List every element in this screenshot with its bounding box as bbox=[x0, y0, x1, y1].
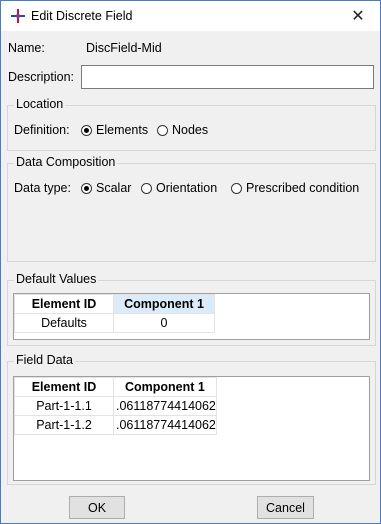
default-values-table: Element ID Component 1 Defaults 0 bbox=[14, 294, 215, 333]
definition-label: Definition: bbox=[14, 123, 70, 137]
radio-selected-icon bbox=[81, 125, 92, 136]
close-icon: ✕ bbox=[351, 8, 365, 25]
col-header-element-id[interactable]: Element ID bbox=[14, 294, 114, 314]
row-header-defaults: Defaults bbox=[14, 313, 114, 333]
name-value: DiscField-Mid bbox=[86, 41, 162, 55]
data-composition-group: Data Composition Data type: Scalar Orien… bbox=[7, 155, 376, 262]
table-cell[interactable]: .06118774414062 bbox=[113, 396, 217, 416]
field-data-group: Field Data Element ID Component 1 Part-1… bbox=[7, 353, 376, 485]
edit-discrete-field-dialog: Edit Discrete Field ✕ Name: DiscField-Mi… bbox=[0, 0, 381, 524]
row-header: Part-1-1.2 bbox=[14, 415, 114, 435]
cancel-button[interactable]: Cancel bbox=[257, 496, 314, 519]
title-bar: Edit Discrete Field ✕ bbox=[1, 1, 380, 31]
radio-prescribed-condition-label: Prescribed condition bbox=[246, 181, 360, 195]
col-header-element-id[interactable]: Element ID bbox=[14, 377, 114, 397]
field-data-table-area: Element ID Component 1 Part-1-1.1 .06118… bbox=[13, 376, 370, 481]
row-header: Part-1-1.1 bbox=[14, 396, 114, 416]
field-data-table: Element ID Component 1 Part-1-1.1 .06118… bbox=[14, 377, 217, 435]
window-title: Edit Discrete Field bbox=[31, 9, 133, 23]
table-row: Part-1-1.1 .06118774414062 bbox=[14, 396, 217, 416]
table-cell[interactable]: 0 bbox=[113, 313, 215, 333]
radio-unselected-icon bbox=[141, 183, 152, 194]
location-group: Location Definition: Elements Nodes bbox=[7, 97, 376, 151]
radio-scalar-label: Scalar bbox=[96, 181, 132, 195]
radio-unselected-icon bbox=[157, 125, 168, 136]
default-values-table-area: Element ID Component 1 Defaults 0 bbox=[13, 293, 370, 340]
radio-scalar[interactable]: Scalar bbox=[81, 181, 131, 195]
description-input[interactable] bbox=[81, 65, 374, 89]
name-label: Name: bbox=[8, 41, 45, 55]
data-composition-group-title: Data Composition bbox=[14, 155, 118, 169]
data-type-label: Data type: bbox=[14, 181, 71, 195]
close-button[interactable]: ✕ bbox=[336, 1, 380, 31]
radio-selected-icon bbox=[81, 183, 92, 194]
radio-nodes-label: Nodes bbox=[172, 123, 209, 137]
radio-orientation-label: Orientation bbox=[156, 181, 218, 195]
radio-elements-label: Elements bbox=[96, 123, 149, 137]
field-data-group-title: Field Data bbox=[14, 353, 75, 367]
ok-button[interactable]: OK bbox=[69, 496, 125, 519]
table-row: Defaults 0 bbox=[14, 313, 215, 333]
description-label: Description: bbox=[8, 70, 74, 84]
radio-orientation[interactable]: Orientation bbox=[141, 181, 217, 195]
col-header-component-1[interactable]: Component 1 bbox=[113, 294, 215, 314]
radio-prescribed-condition[interactable]: Prescribed condition bbox=[231, 181, 359, 195]
default-values-group-title: Default Values bbox=[14, 272, 99, 286]
abaqus-cross-icon bbox=[11, 9, 25, 23]
radio-elements[interactable]: Elements bbox=[81, 123, 148, 137]
radio-nodes[interactable]: Nodes bbox=[157, 123, 208, 137]
table-row: Part-1-1.2 .06118774414062 bbox=[14, 415, 217, 435]
col-header-component-1[interactable]: Component 1 bbox=[113, 377, 217, 397]
radio-unselected-icon bbox=[231, 183, 242, 194]
table-cell[interactable]: .06118774414062 bbox=[113, 415, 217, 435]
default-values-group: Default Values Element ID Component 1 De… bbox=[7, 272, 376, 346]
location-group-title: Location bbox=[14, 97, 66, 111]
